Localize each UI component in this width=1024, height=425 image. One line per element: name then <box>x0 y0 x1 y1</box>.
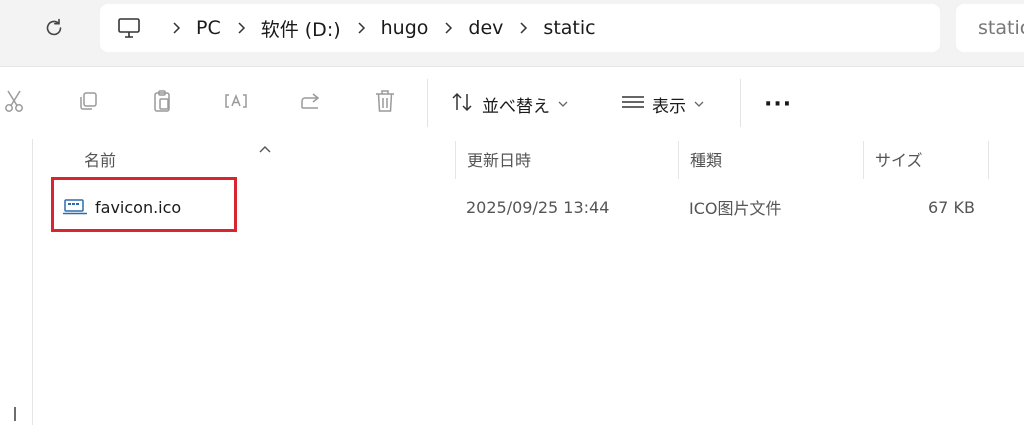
clipboard-icon <box>150 88 174 118</box>
monitor-icon[interactable] <box>116 16 156 40</box>
breadcrumb-dev[interactable]: dev <box>468 17 503 39</box>
share-icon <box>298 89 324 117</box>
list-view-icon <box>620 91 646 117</box>
column-header-modified[interactable]: 更新日時 <box>467 139 531 179</box>
sort-label: 並べ替え <box>482 96 550 117</box>
address-bar[interactable]: PC 软件 (D:) hugo dev static <box>100 4 940 52</box>
cut-button[interactable] <box>0 85 32 121</box>
column-header-size[interactable]: サイズ <box>875 139 923 179</box>
sort-ascending-icon <box>258 139 272 158</box>
chevron-right-icon[interactable] <box>503 21 543 35</box>
title-bar: PC 软件 (D:) hugo dev static static <box>0 0 1024 67</box>
chevron-right-icon[interactable] <box>221 21 261 35</box>
highlight-box <box>51 177 237 232</box>
refresh-icon <box>42 16 66 44</box>
view-label: 表示 <box>652 96 686 117</box>
chevron-right-icon[interactable] <box>156 21 196 35</box>
chevron-right-icon[interactable] <box>341 21 381 35</box>
breadcrumb-drive[interactable]: 软件 (D:) <box>261 15 341 42</box>
view-menu-button[interactable]: 表示 <box>620 89 704 119</box>
delete-button[interactable] <box>367 85 403 121</box>
file-type: ICO图片文件 <box>689 199 782 218</box>
copy-button[interactable] <box>70 85 106 121</box>
file-size: 67 KB <box>928 197 975 217</box>
ellipsis-icon: ··· <box>764 91 793 117</box>
column-divider[interactable] <box>455 141 456 179</box>
sort-menu-button[interactable]: 並べ替え <box>450 89 568 119</box>
search-box[interactable]: static <box>956 4 1024 52</box>
column-divider[interactable] <box>678 141 679 179</box>
column-header-type[interactable]: 種類 <box>690 139 722 179</box>
chevron-down-icon <box>558 100 568 108</box>
rename-button[interactable] <box>218 85 254 121</box>
toolbar-divider <box>427 79 428 127</box>
breadcrumb-hugo[interactable]: hugo <box>381 17 429 39</box>
copy-icon <box>76 89 100 117</box>
paste-button[interactable] <box>144 85 180 121</box>
refresh-button[interactable] <box>38 14 70 46</box>
sort-icon <box>450 91 476 117</box>
column-divider[interactable] <box>863 141 864 179</box>
toolbar-divider <box>740 79 741 127</box>
rename-icon <box>223 89 249 117</box>
chevron-right-icon[interactable] <box>428 21 468 35</box>
column-header-name[interactable]: 名前 <box>84 139 116 179</box>
scissors-icon <box>2 88 26 118</box>
command-bar: 並べ替え 表示 ··· <box>0 67 1024 139</box>
breadcrumb-pc[interactable]: PC <box>196 17 221 39</box>
more-options-button[interactable]: ··· <box>764 89 792 119</box>
file-modified: 2025/09/25 13:44 <box>466 197 610 217</box>
chevron-down-icon <box>694 100 704 108</box>
navigation-pane-border <box>32 139 33 425</box>
share-button[interactable] <box>293 85 329 121</box>
search-placeholder: static <box>978 17 1024 39</box>
trash-icon <box>373 88 397 118</box>
navigation-scroll-indicator[interactable] <box>14 407 16 421</box>
column-divider[interactable] <box>988 141 989 179</box>
breadcrumb-static[interactable]: static <box>543 17 595 39</box>
